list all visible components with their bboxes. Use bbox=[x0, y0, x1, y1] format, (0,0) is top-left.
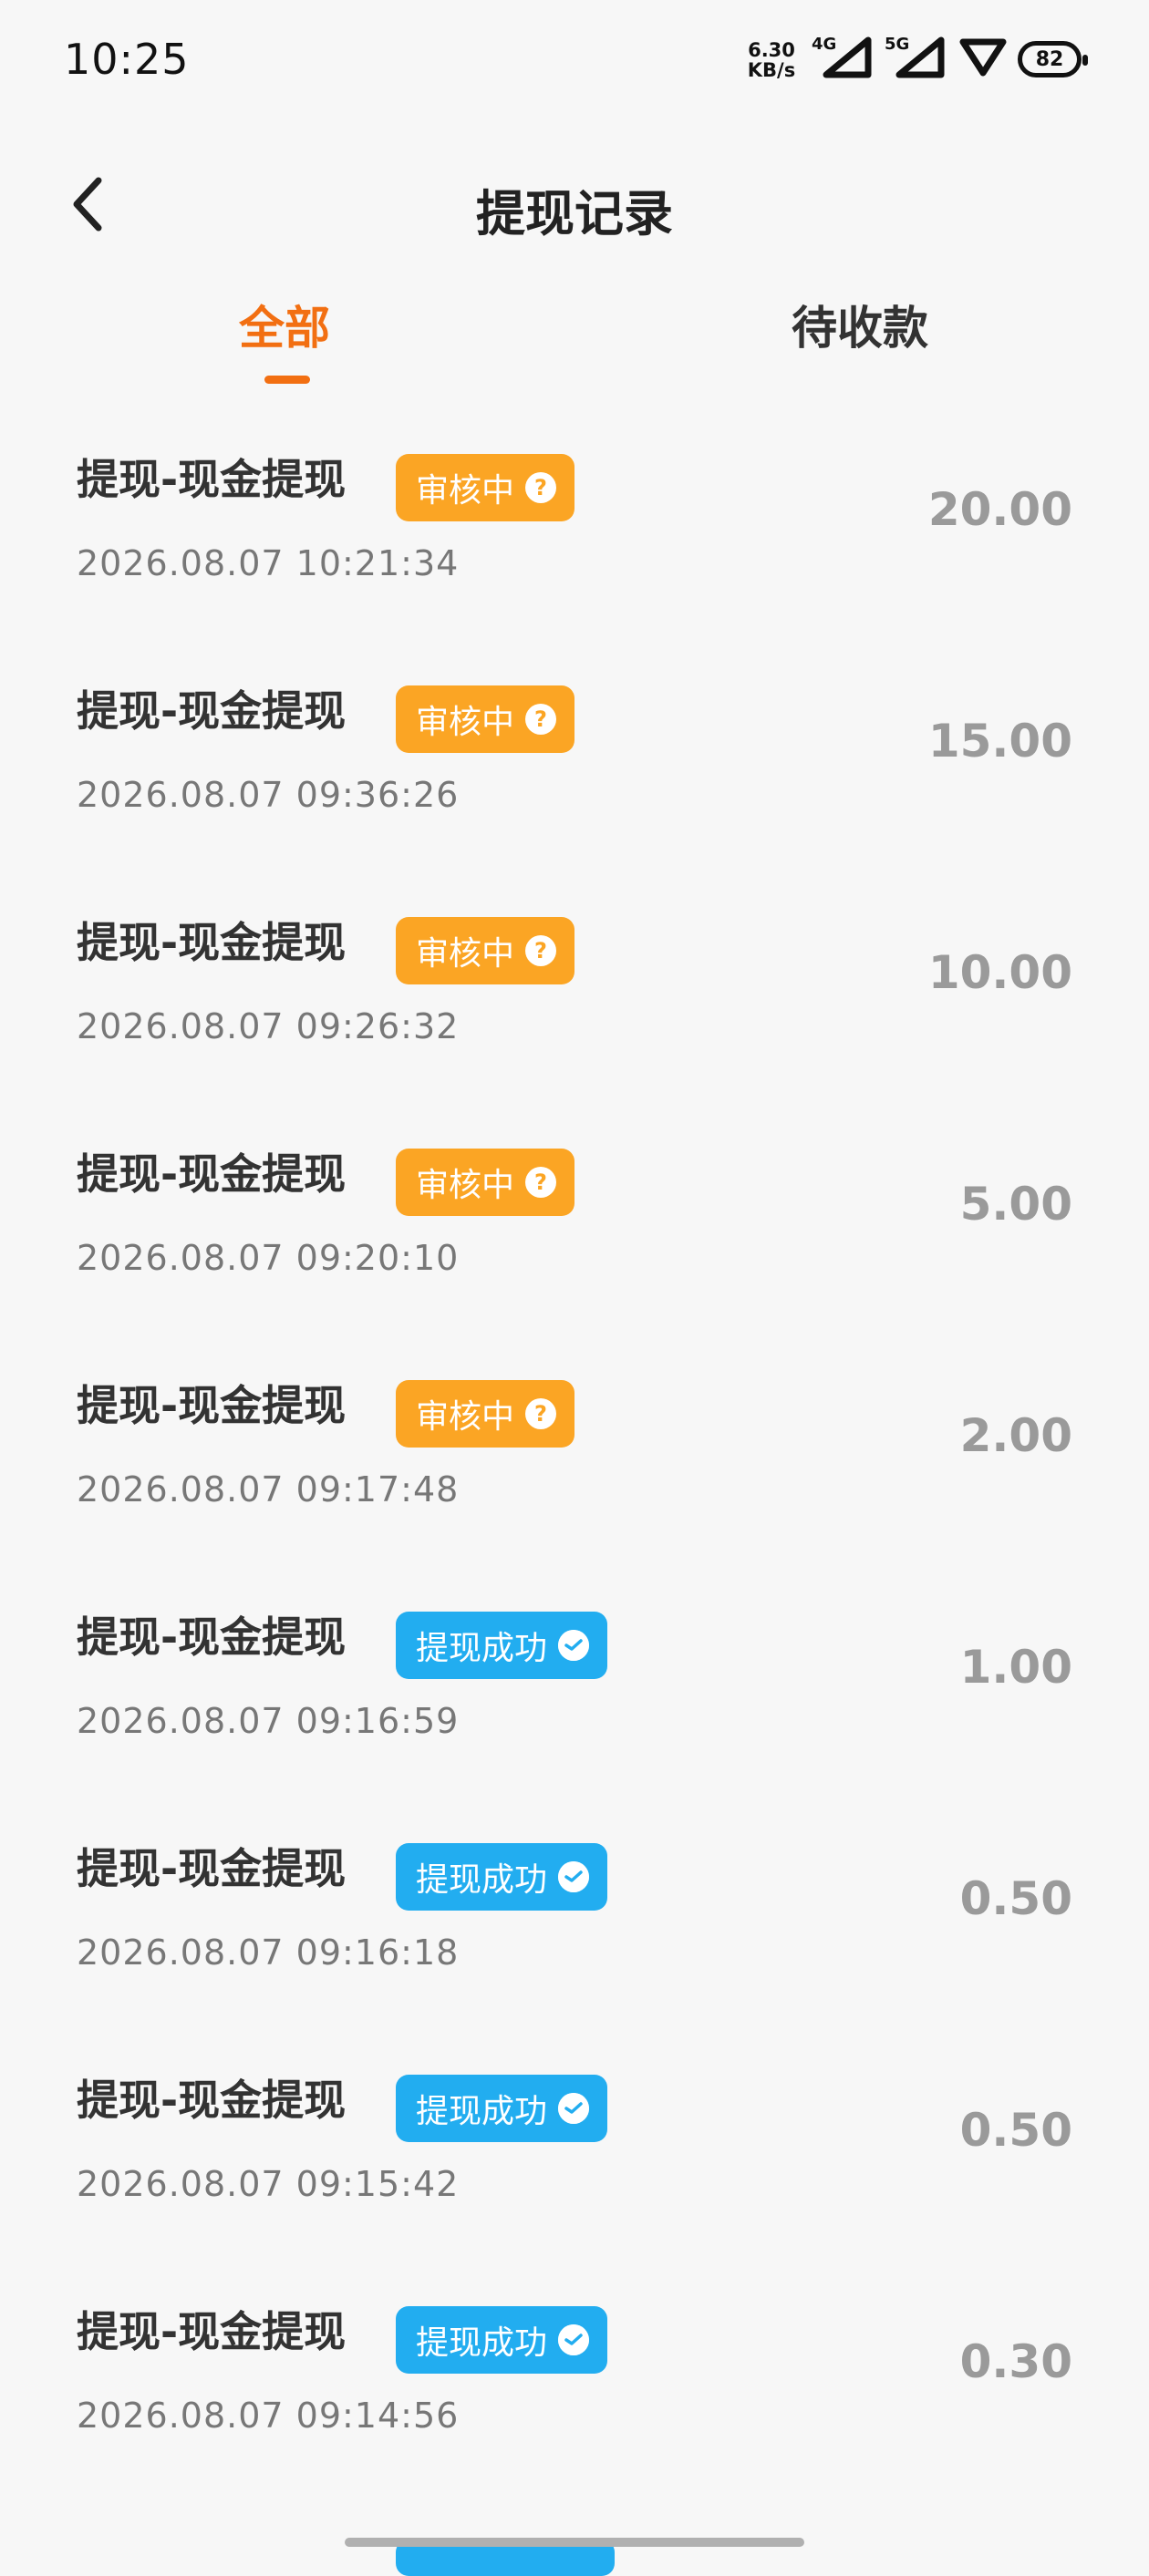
question-mark-icon: ? bbox=[525, 472, 557, 503]
record-time: 2026.08.07 10:21:34 bbox=[77, 543, 460, 583]
status-badge-label: 审核中 bbox=[416, 935, 515, 973]
record-amount: 15.00 bbox=[927, 715, 1072, 768]
record-time: 2026.08.07 09:15:42 bbox=[77, 2164, 460, 2204]
withdrawal-record-row[interactable]: 提现-现金提现 审核中? 2026.08.07 09:36:26 15.00 bbox=[0, 623, 1149, 855]
record-time: 2026.08.07 09:16:18 bbox=[77, 1932, 460, 1973]
status-badge-label: 提现成功 bbox=[416, 1630, 548, 1667]
status-badge[interactable]: 提现成功 bbox=[396, 1612, 608, 1679]
question-mark-icon: ? bbox=[525, 1398, 557, 1429]
record-title: 提现-现金提现 bbox=[77, 1149, 347, 1199]
record-time: 2026.08.07 09:16:59 bbox=[77, 1701, 460, 1741]
question-mark-icon: ? bbox=[525, 704, 557, 735]
status-badge[interactable]: 审核中? bbox=[396, 1380, 575, 1448]
status-time: 10:25 bbox=[64, 35, 190, 84]
battery-level: 82 bbox=[1035, 47, 1064, 71]
record-amount: 5.00 bbox=[959, 1178, 1072, 1231]
battery-icon: 82 bbox=[1018, 41, 1088, 77]
record-amount: 1.00 bbox=[959, 1641, 1072, 1694]
record-title: 提现-现金提现 bbox=[77, 1613, 347, 1662]
record-title: 提现-现金提现 bbox=[77, 1844, 347, 1893]
wifi-icon bbox=[959, 36, 1007, 82]
status-badge[interactable]: 提现成功 bbox=[396, 1843, 608, 1911]
record-amount: 0.30 bbox=[959, 2335, 1072, 2388]
nav-header: 提现记录 bbox=[0, 146, 1149, 255]
status-badge[interactable]: 审核中? bbox=[396, 1149, 575, 1216]
status-badge-label: 审核中 bbox=[416, 704, 515, 741]
withdrawal-record-list: 提现-现金提现 审核中? 2026.08.07 10:21:34 20.00 提现-现金… bbox=[0, 392, 1149, 2476]
status-badge-label: 审核中 bbox=[416, 1398, 515, 1436]
tab-all[interactable]: 全部 bbox=[239, 292, 330, 357]
record-time: 2026.08.07 09:17:48 bbox=[77, 1469, 460, 1510]
record-title: 提现-现金提现 bbox=[77, 2307, 347, 2356]
tab-pending-payment[interactable]: 待收款 bbox=[792, 292, 928, 357]
record-title: 提现-现金提现 bbox=[77, 1381, 347, 1430]
record-time: 2026.08.07 09:36:26 bbox=[77, 775, 460, 815]
status-badge[interactable]: 审核中? bbox=[396, 917, 575, 984]
chat-bubble-icon bbox=[558, 2093, 590, 2124]
page-title: 提现记录 bbox=[476, 185, 673, 242]
record-amount: 10.00 bbox=[927, 946, 1072, 999]
network-speed: 6.30 KB/s bbox=[746, 40, 797, 80]
active-tab-indicator bbox=[264, 376, 310, 384]
withdrawal-record-row[interactable]: 提现-现金提现 审核中? 2026.08.07 10:21:34 20.00 bbox=[0, 392, 1149, 623]
record-time: 2026.08.07 09:26:32 bbox=[77, 1006, 460, 1046]
question-mark-icon: ? bbox=[525, 1167, 557, 1198]
withdrawal-record-row[interactable]: 提现-现金提现 审核中? 2026.08.07 09:17:48 2.00 bbox=[0, 1318, 1149, 1550]
signal-label-4g: 4G bbox=[812, 35, 837, 54]
record-title: 提现-现金提现 bbox=[77, 918, 347, 967]
record-amount: 0.50 bbox=[959, 1872, 1072, 1925]
status-badge[interactable]: 提现成功 bbox=[396, 2075, 608, 2142]
withdrawal-record-row[interactable]: 提现-现金提现 审核中? 2026.08.07 09:26:32 10.00 bbox=[0, 855, 1149, 1087]
home-indicator[interactable] bbox=[345, 2538, 804, 2547]
record-amount: 0.50 bbox=[959, 2104, 1072, 2157]
withdrawal-record-row[interactable]: 提现-现金提现 提现成功 2026.08.07 09:16:59 1.00 bbox=[0, 1550, 1149, 1781]
chat-bubble-icon bbox=[558, 2324, 590, 2355]
withdrawal-record-row[interactable]: 提现-现金提现 提现成功 2026.08.07 09:15:42 0.50 bbox=[0, 2013, 1149, 2244]
status-badge-label: 审核中 bbox=[416, 1167, 515, 1204]
withdrawal-record-row[interactable]: 提现-现金提现 提现成功 2026.08.07 09:14:56 0.30 bbox=[0, 2244, 1149, 2476]
status-badge-label: 审核中 bbox=[416, 472, 515, 510]
withdrawal-record-row[interactable]: 提现-现金提现 提现成功 2026.08.07 09:16:18 0.50 bbox=[0, 1781, 1149, 2013]
status-badge-label: 提现成功 bbox=[416, 1861, 548, 1899]
status-badge[interactable]: 提现成功 bbox=[396, 2306, 608, 2374]
chat-bubble-icon bbox=[558, 1630, 590, 1661]
status-badge-label: 提现成功 bbox=[416, 2093, 548, 2130]
record-amount: 2.00 bbox=[959, 1409, 1072, 1462]
chat-bubble-icon bbox=[558, 1861, 590, 1892]
cellular-signal-icon-1: 4G bbox=[812, 35, 875, 82]
record-amount: 20.00 bbox=[927, 483, 1072, 536]
record-title: 提现-现金提现 bbox=[77, 686, 347, 736]
network-speed-unit: KB/s bbox=[747, 59, 796, 81]
status-bar: 10:25 6.30 KB/s 4G 5G 82 bbox=[0, 0, 1149, 128]
record-time: 2026.08.07 09:14:56 bbox=[77, 2396, 460, 2436]
status-badge[interactable]: 审核中? bbox=[396, 454, 575, 521]
network-speed-value: 6.30 bbox=[748, 39, 795, 61]
record-title: 提现-现金提现 bbox=[77, 455, 347, 504]
cellular-signal-icon-2: 5G bbox=[885, 35, 948, 82]
tab-bar: 全部 待收款 bbox=[0, 273, 1149, 392]
signal-label-5g: 5G bbox=[885, 35, 910, 54]
record-title: 提现-现金提现 bbox=[77, 2076, 347, 2125]
record-time: 2026.08.07 09:20:10 bbox=[77, 1238, 460, 1278]
status-badge-label: 提现成功 bbox=[416, 2324, 548, 2362]
status-badge[interactable]: 审核中? bbox=[396, 685, 575, 753]
question-mark-icon: ? bbox=[525, 935, 557, 966]
withdrawal-record-row[interactable]: 提现-现金提现 审核中? 2026.08.07 09:20:10 5.00 bbox=[0, 1087, 1149, 1318]
